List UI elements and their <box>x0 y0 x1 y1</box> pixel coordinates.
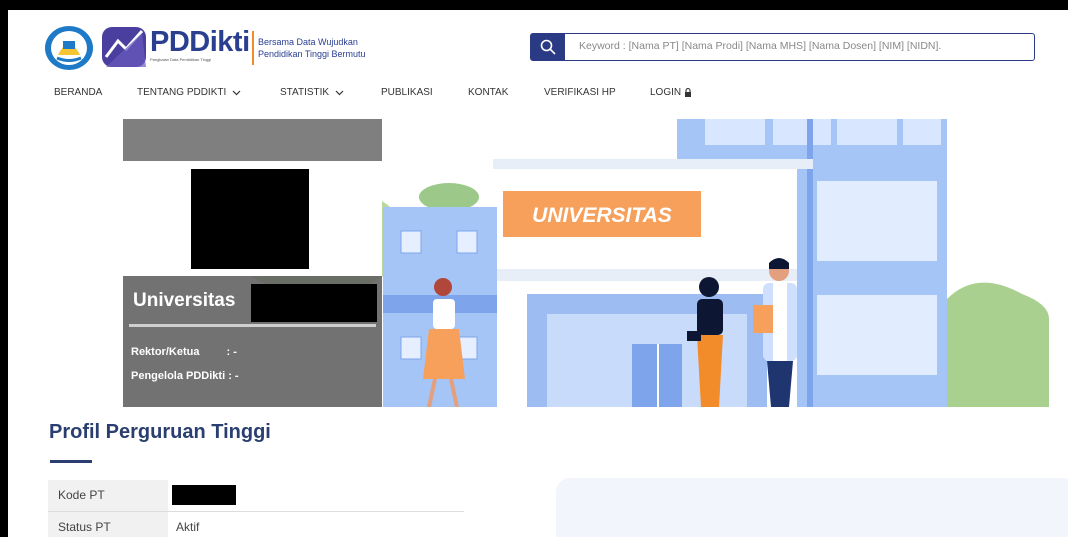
nav-verifikasi-hp[interactable]: VERIFIKASI HP <box>544 87 616 98</box>
nav-kontak-label: KONTAK <box>468 87 509 98</box>
rector-line: Rektor/Ketua : - <box>131 346 237 358</box>
site-header: PDDikti Pangkalan Data Pendidikan Tinggi… <box>8 10 1068 120</box>
table-row: Status PT Aktif <box>48 512 464 537</box>
chevron-down-icon <box>232 90 241 95</box>
university-name-prefix: Universitas <box>133 290 236 311</box>
nav-tentang-label: TENTANG PDDIKTI <box>137 87 227 98</box>
side-info-panel <box>556 478 1068 537</box>
tagline-line1: Bersama Data Wujudkan <box>258 37 358 47</box>
nav-login[interactable]: LOGIN <box>650 87 692 98</box>
card-top-strip <box>123 119 382 161</box>
nav-publikasi[interactable]: PUBLIKASI <box>381 87 433 98</box>
page-title: Profil Perguruan Tinggi <box>49 421 271 443</box>
nav-statistik[interactable]: STATISTIK <box>280 87 344 98</box>
tagline: Bersama Data Wujudkan Pendidikan Tinggi … <box>258 36 366 60</box>
rector-label: Rektor/Ketua <box>131 346 200 358</box>
nav-tentang[interactable]: TENTANG PDDIKTI <box>137 87 241 98</box>
university-profile-card: Universitas Rektor/Ketua : - Pengelola P… <box>123 119 382 407</box>
search-button[interactable] <box>531 34 565 60</box>
row-label: Kode PT <box>48 480 168 511</box>
card-divider <box>129 324 376 327</box>
nav-statistik-label: STATISTIK <box>280 87 330 98</box>
lock-icon <box>685 88 692 97</box>
main-nav: BERANDA TENTANG PDDIKTI STATISTIK PUBLIK… <box>8 87 1068 107</box>
search-icon <box>540 39 556 55</box>
tagline-line2: Pendidikan Tinggi Bermutu <box>258 49 366 59</box>
brand[interactable]: PDDikti Pangkalan Data Pendidikan Tinggi <box>150 27 250 63</box>
rector-value: : - <box>226 346 237 358</box>
row-label: Status PT <box>48 512 168 537</box>
card-info-panel: Universitas Rektor/Ketua : - Pengelola P… <box>123 276 382 407</box>
university-banner: UNIVERSITAS Universitas Rektor/Ketua: -… <box>37 119 1049 407</box>
nav-login-label: LOGIN <box>650 87 682 98</box>
university-logo-redacted <box>191 169 309 269</box>
chevron-down-icon <box>335 90 344 95</box>
brand-name: PDDikti <box>150 26 250 58</box>
browser-viewport: PDDikti Pangkalan Data Pendidikan Tinggi… <box>8 10 1068 537</box>
nav-publikasi-label: PUBLIKASI <box>381 87 433 98</box>
nav-kontak[interactable]: KONTAK <box>468 87 508 98</box>
manager-line: Pengelola PDDikti : - <box>131 370 239 382</box>
manager-value: : - <box>228 370 239 382</box>
pddikti-logo-icon[interactable] <box>100 23 148 71</box>
row-value: Aktif <box>176 520 200 534</box>
nav-verifikasi-label: VERIFIKASI HP <box>544 87 616 98</box>
university-sign: UNIVERSITAS <box>532 204 672 227</box>
title-underline <box>50 460 92 463</box>
manager-label: Pengelola PDDikti <box>131 370 226 382</box>
nav-beranda-label: BERANDA <box>54 87 103 98</box>
kode-pt-redacted <box>172 485 236 505</box>
nav-beranda[interactable]: BERANDA <box>54 87 102 98</box>
university-name-redacted <box>251 284 377 322</box>
brand-divider <box>252 31 254 65</box>
table-row: Kode PT <box>48 480 464 512</box>
kemdikbud-logo-icon[interactable] <box>44 25 94 71</box>
profile-table: Kode PT Status PT Aktif <box>48 480 464 537</box>
search-bar[interactable]: Keyword : [Nama PT] [Nama Prodi] [Nama M… <box>530 33 1035 61</box>
search-input[interactable]: Keyword : [Nama PT] [Nama Prodi] [Nama M… <box>579 40 941 52</box>
